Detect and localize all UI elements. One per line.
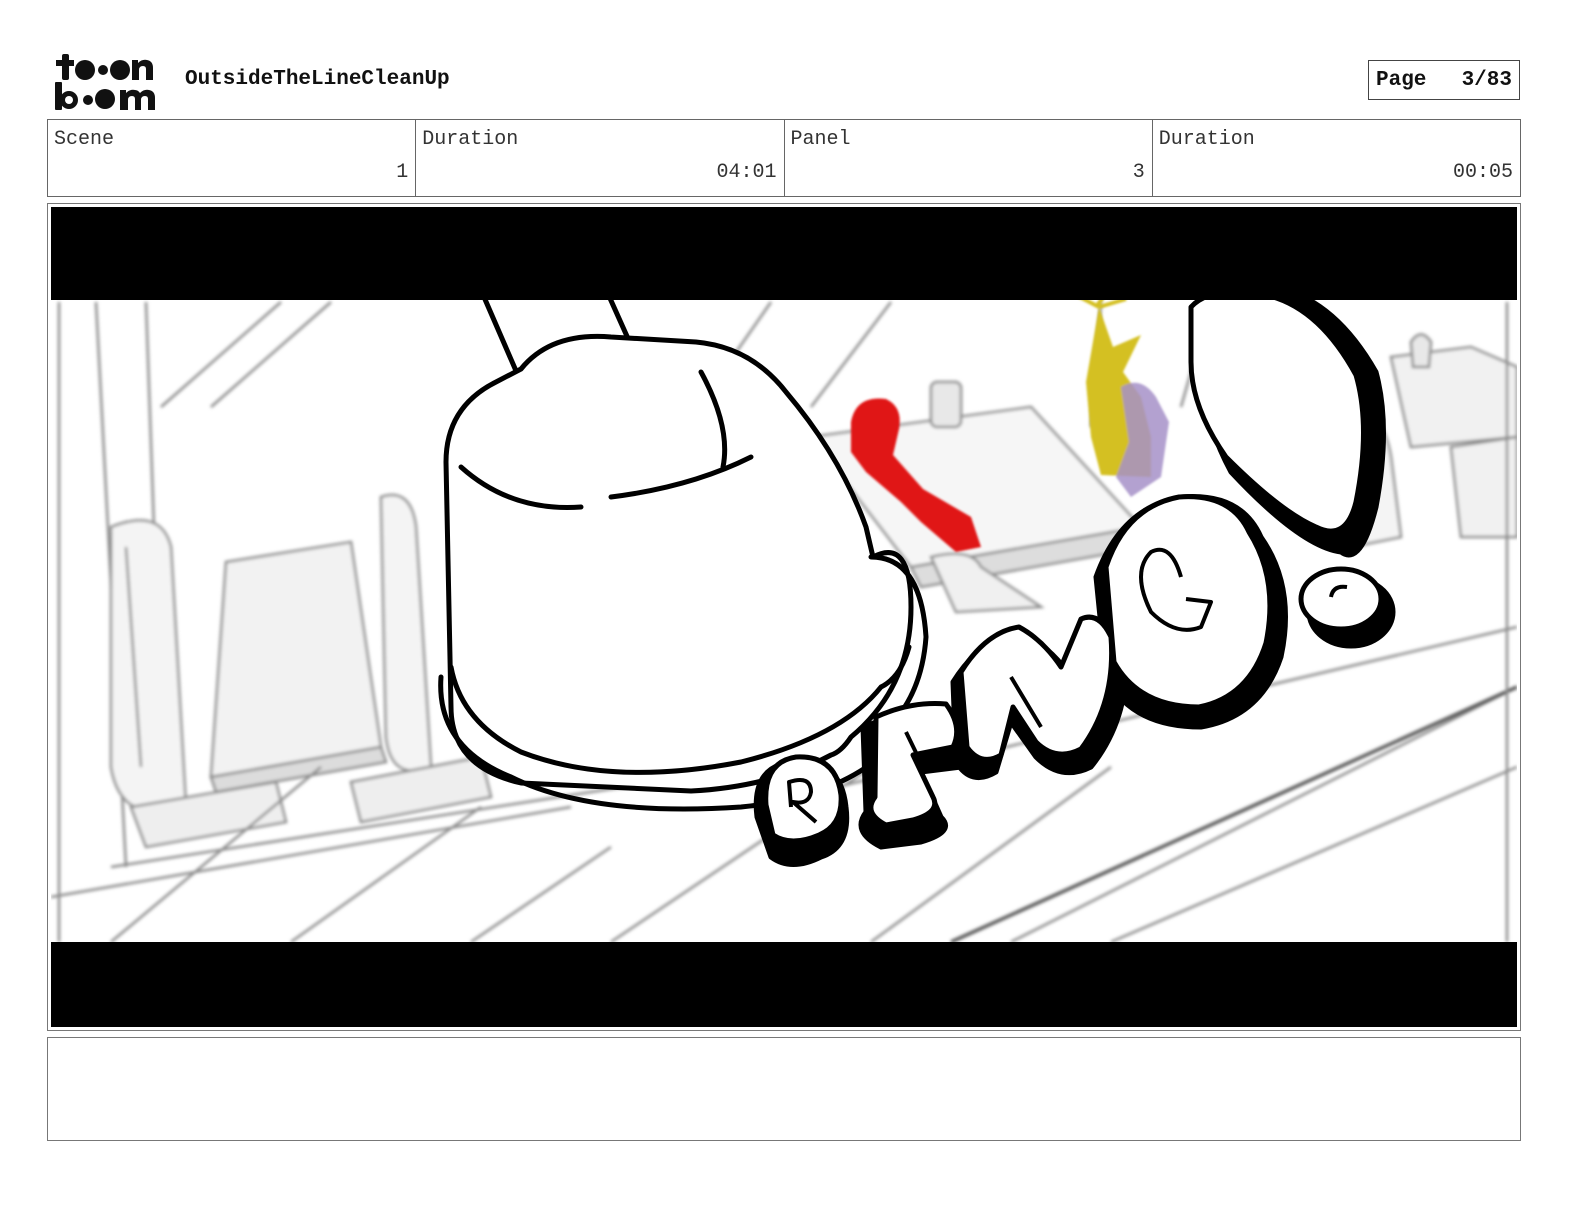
scene-duration-cell: Duration 04:01 [416,120,785,196]
letterbox-bottom [51,942,1517,1027]
page-indicator: Page 3/83 [1368,60,1520,100]
scene-duration-label: Duration [422,128,519,151]
panel-duration-label: Duration [1158,128,1255,151]
letterbox-top [51,207,1517,300]
panel-cell: Panel 3 [785,120,1153,196]
panel-value: 3 [1132,161,1145,184]
page-number: 3/83 [1461,68,1512,92]
scene-value: 1 [396,161,409,184]
panel-duration-cell: Duration 00:05 [1153,120,1520,196]
scene-label: Scene [54,128,115,151]
project-title: OutsideTheLineCleanUp [185,68,450,91]
scene-info-table: Scene 1 Duration 04:01 Panel 3 Duration … [47,119,1521,197]
scene-cell: Scene 1 [48,120,417,196]
panel-notes-box[interactable] [47,1037,1521,1141]
toonboom-logo [55,54,155,110]
panel-duration-value: 00:05 [1452,161,1513,184]
scene-duration-value: 04:01 [716,161,777,184]
storyboard-panel-drawing [51,207,1517,1027]
page-label: Page [1376,68,1427,92]
panel-label: Panel [790,128,851,151]
